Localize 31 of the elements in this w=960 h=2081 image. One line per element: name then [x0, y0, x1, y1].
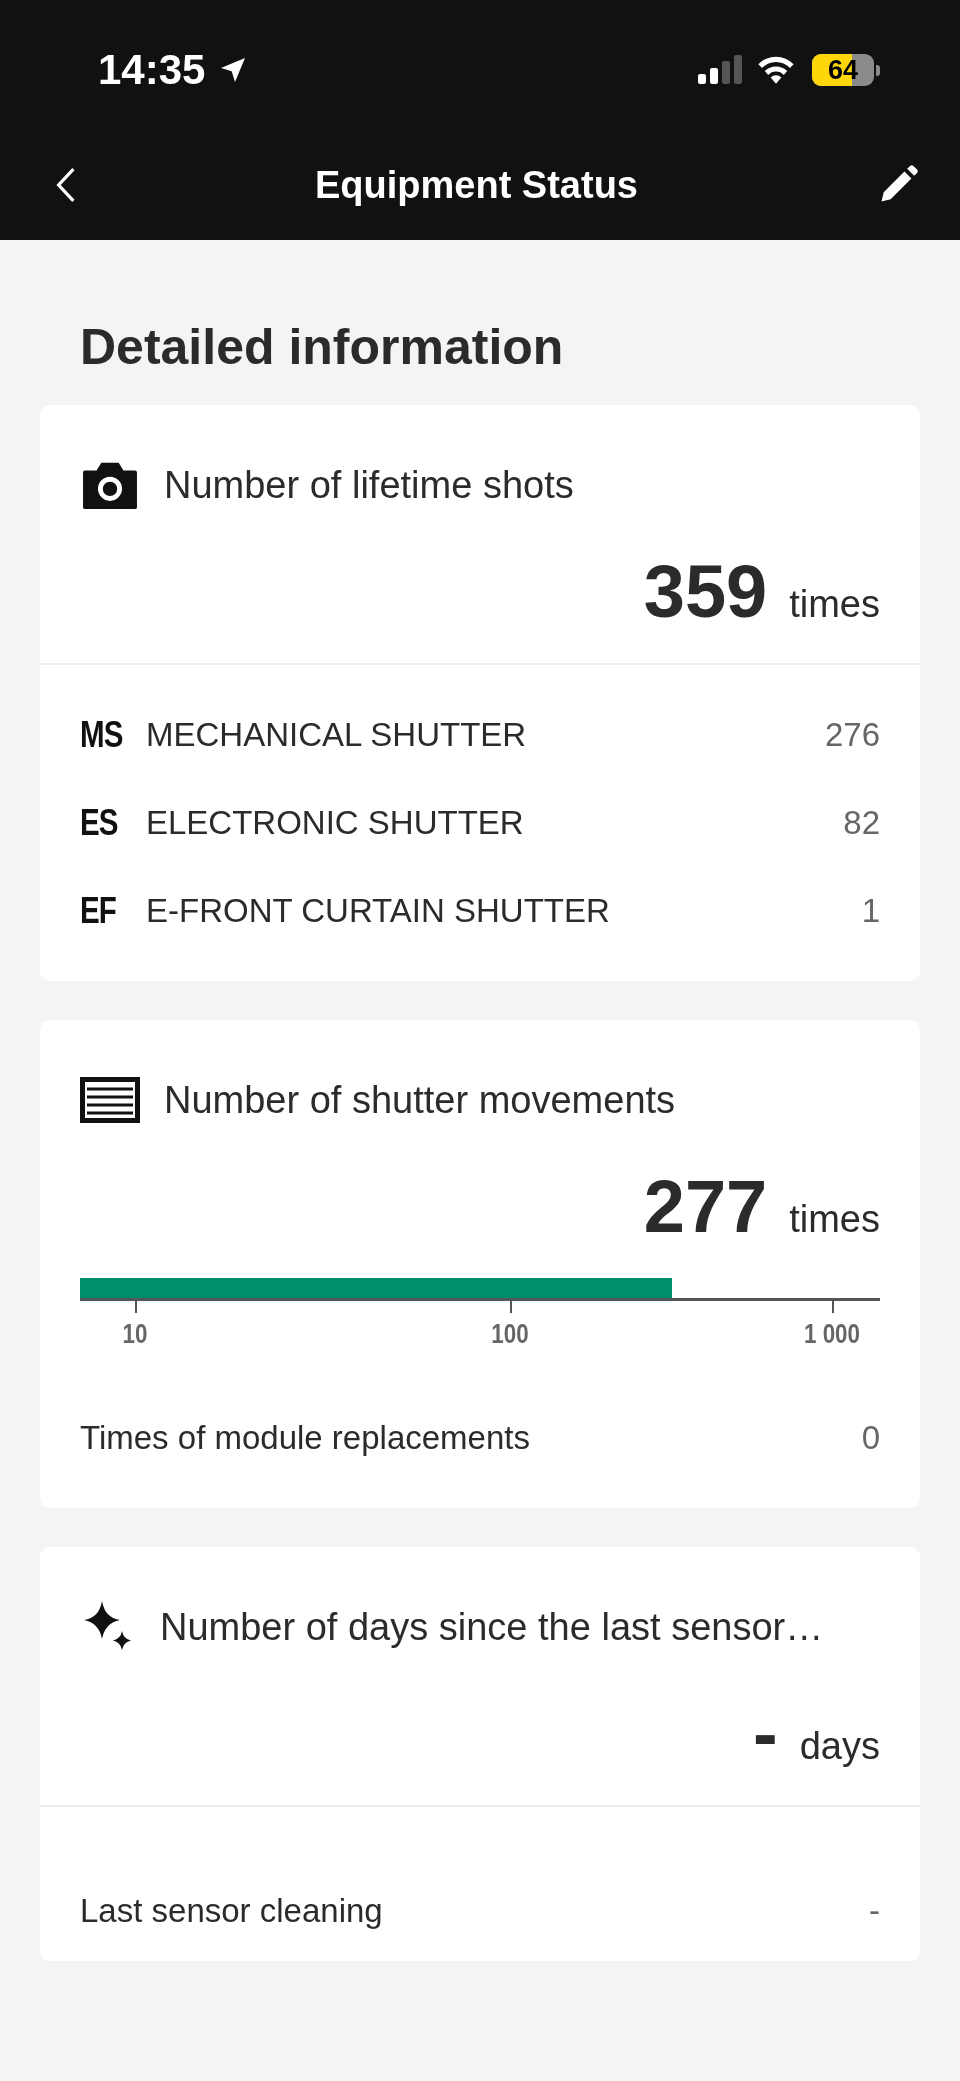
tick-label: 10: [122, 1318, 148, 1350]
status-time: 14:35: [98, 46, 206, 94]
row-value: 0: [861, 1419, 880, 1457]
unit-label: times: [789, 583, 880, 626]
row-label: ELECTRONIC SHUTTER: [146, 804, 525, 842]
shutter-icon: [80, 1077, 140, 1123]
row-value: -: [869, 1892, 880, 1930]
signal-icon: [696, 54, 744, 86]
row-label: Last sensor cleaning: [80, 1892, 384, 1930]
row-label: E-FRONT CURTAIN SHUTTER: [146, 892, 611, 930]
shutter-code: EF: [80, 890, 118, 932]
row-label: MECHANICAL SHUTTER: [146, 716, 528, 754]
row-value: 276: [824, 716, 880, 754]
count-value: -: [753, 1697, 778, 1771]
card-title: Number of lifetime shots: [164, 463, 574, 507]
back-icon[interactable]: [55, 167, 77, 203]
row-value: 82: [843, 804, 880, 842]
shutter-code: MS: [80, 714, 124, 756]
row-value: 1: [861, 892, 880, 930]
count-value: 277: [643, 1170, 768, 1244]
card-title: Number of days since the last sensor…: [160, 1605, 824, 1649]
row-label: Times of module replacements: [80, 1419, 531, 1457]
shutter-code: ES: [80, 802, 119, 844]
screen-title: Equipment Status: [315, 163, 638, 207]
tick-label: 100: [490, 1318, 529, 1350]
section-heading: Detailed information: [79, 318, 565, 377]
unit-label: times: [789, 1198, 880, 1241]
tick-label: 1 000: [803, 1318, 861, 1350]
unit-label: days: [799, 1725, 880, 1768]
card-title: Number of shutter movements: [164, 1078, 676, 1122]
count-value: 359: [643, 555, 768, 629]
